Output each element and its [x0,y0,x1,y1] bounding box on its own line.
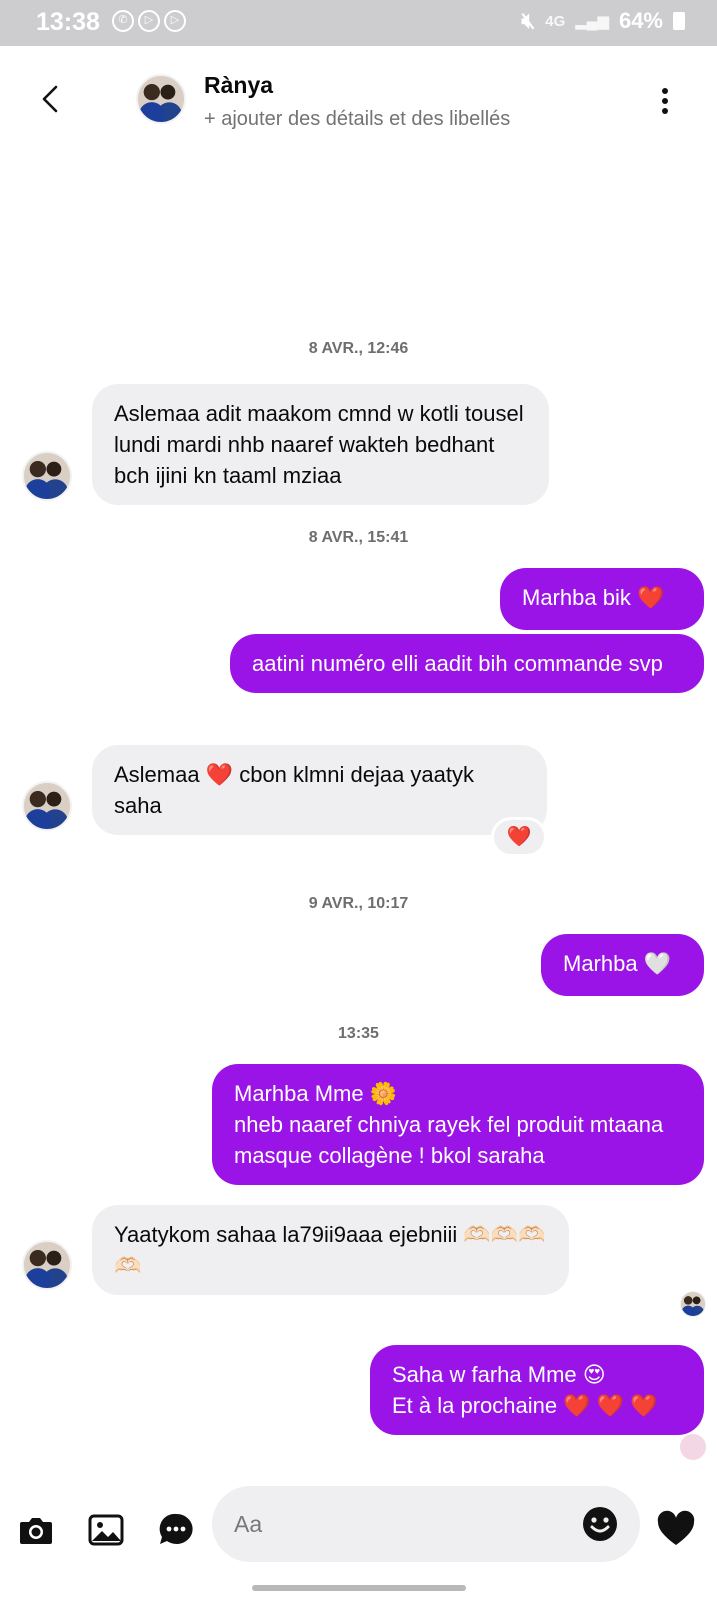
incoming-message[interactable]: Yaatykom sahaa la79ii9aaa ejebniii 🫶🏻🫶🏻🫶… [92,1205,569,1295]
battery-level: 64% [618,8,663,33]
seen-indicator-avatar [680,1291,706,1317]
outgoing-message[interactable]: Marhba bik ❤️ [500,568,704,630]
message-line: Marhba Mme 🌼 [234,1081,398,1106]
sticker-indicator [680,1434,706,1460]
outgoing-message[interactable]: aatini numéro elli aadit bih commande sv… [230,634,704,693]
contact-name[interactable]: Rànya [204,72,273,99]
contact-avatar[interactable] [136,74,186,124]
input-placeholder: Aa [234,1511,263,1537]
forward-icon: ▷ [164,10,186,32]
emoji-icon[interactable] [582,1506,618,1542]
camera-icon[interactable] [16,1510,56,1550]
timestamp: 9 AVR., 10:17 [308,895,409,912]
message-line: nheb naaref chniya rayek fel produit mta… [234,1112,664,1168]
status-bar: 13:38 ✆ ▷ ▷ 🔇︎ 4G ▂▄▆ 64% [0,0,717,46]
message-composer: Aa [0,1470,717,1570]
contact-avatar[interactable] [22,781,72,831]
back-chevron-icon[interactable] [38,84,64,114]
message-line: Saha w farha Mme 😍 [392,1362,606,1387]
home-indicator [252,1585,466,1591]
contact-avatar[interactable] [22,451,72,501]
gallery-icon[interactable] [86,1510,126,1550]
outgoing-message[interactable]: Saha w farha Mme 😍 Et à la prochaine ❤️ … [370,1345,704,1435]
mute-icon: 🔇︎ [521,8,536,33]
heart-reaction[interactable]: ❤️ [491,817,547,857]
timestamp: 13:35 [338,1025,379,1042]
status-time: 13:38 [36,8,100,36]
add-details-link[interactable]: + ajouter des détails et des libellés [204,108,510,131]
forward-icon: ▷ [138,10,160,32]
signal-icon: ▂▄▆ [575,13,609,30]
timestamp: 8 AVR., 12:46 [308,340,409,357]
outgoing-message[interactable]: Marhba 🤍 [541,934,704,996]
system-indicators: 🔇︎ 4G ▂▄▆ 64% [521,8,685,34]
contact-avatar[interactable] [22,1240,72,1290]
incoming-message[interactable]: Aslemaa adit maakom cmnd w kotli tousel … [92,384,549,505]
incoming-message[interactable]: Aslemaa ❤️ cbon klmni dejaa yaatyk saha [92,745,547,835]
chat-bubble-icon[interactable] [156,1510,196,1550]
battery-icon [673,12,685,30]
whatsapp-icon: ✆ [112,10,134,32]
chat-header: Rànya + ajouter des détails et des libel… [0,46,717,154]
notification-icons: ✆ ▷ ▷ [112,10,186,32]
outgoing-message[interactable]: Marhba Mme 🌼 nheb naaref chniya rayek fe… [212,1064,704,1185]
network-label: 4G [545,12,566,30]
message-input[interactable]: Aa [212,1486,640,1562]
message-line: Et à la prochaine ❤️ ❤️ ❤️ [392,1393,658,1418]
heart-icon[interactable] [656,1510,696,1550]
more-vertical-icon[interactable] [650,88,680,118]
timestamp: 8 AVR., 15:41 [308,529,409,546]
